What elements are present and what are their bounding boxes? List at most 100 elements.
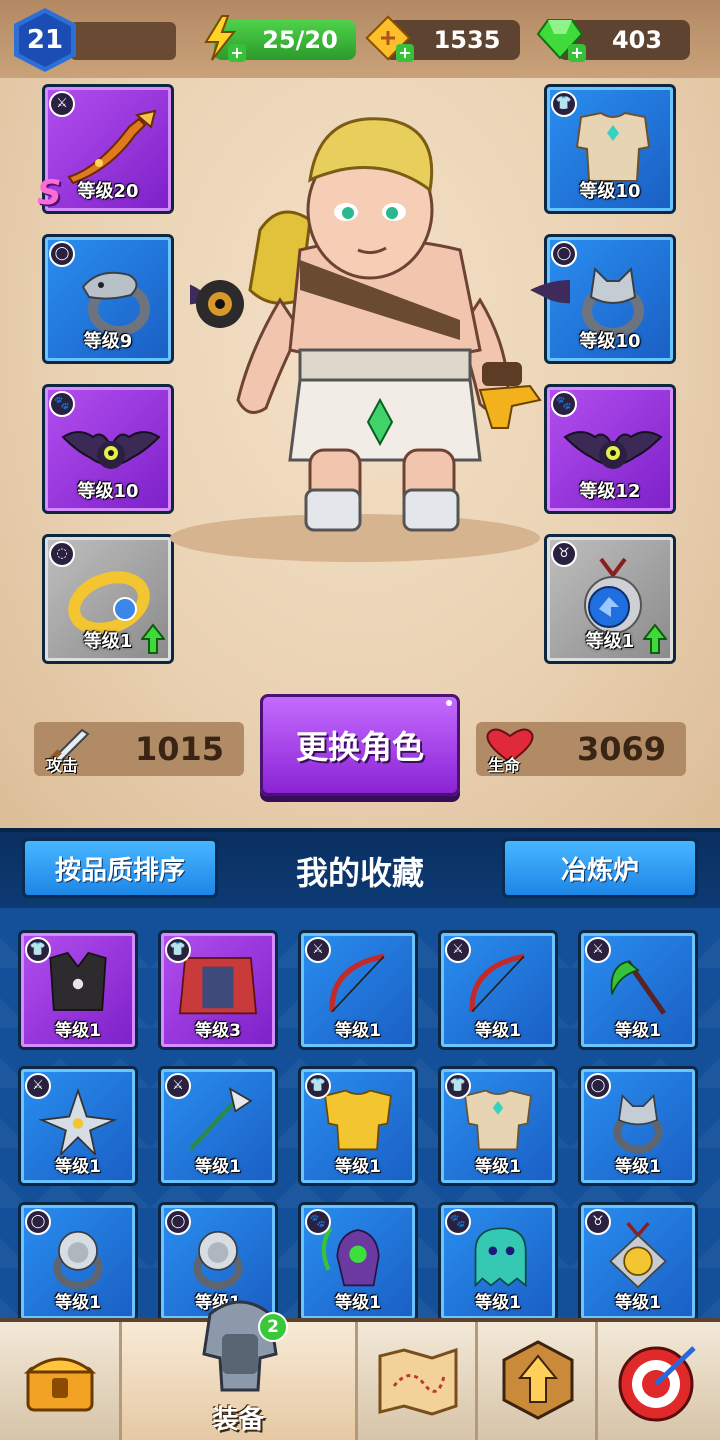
ticket-value: 1535 (433, 26, 501, 54)
collection-item[interactable]: ⚔ 等级1 (578, 930, 698, 1050)
slot-level: 等级1 (585, 631, 635, 652)
slot-level: 等级1 (335, 1021, 381, 1041)
nav-chest-tab[interactable] (0, 1322, 122, 1440)
slot-level: 等级1 (83, 631, 133, 652)
equipment-badge: 2 (258, 1312, 288, 1342)
weapon-type-icon: ⚔ (49, 91, 75, 117)
nav-equipment-tab[interactable]: 2 装备 (122, 1300, 358, 1440)
collection-grid[interactable]: 👕 等级1 👕 等级3 ⚔ 等级1 ⚔ 等级1 ⚔ 等级1 ⚔ 等级1 ⚔ 等级1 👕 等级1 👕 等级1 ◯ 等级1… (0, 908, 720, 1320)
heart-icon: 生命 (480, 724, 540, 776)
slot-level: 等级1 (475, 1157, 521, 1177)
upgrade-icon (502, 1340, 574, 1420)
snake-ring-icon (81, 271, 150, 336)
slot-level: 等级1 (475, 1021, 521, 1041)
armor-type-icon: 👕 (25, 937, 51, 963)
slot-level: 等级1 (55, 1293, 101, 1313)
slot-level: 等级1 (335, 1293, 381, 1313)
hp-stat: 生命 3069 (476, 722, 686, 776)
armor-type-icon: 👕 (165, 937, 191, 963)
paw-type-icon: 🐾 (49, 391, 75, 417)
add-gem-icon[interactable]: + (568, 44, 586, 62)
hp-label: 生命 (488, 756, 521, 775)
slot-level: 等级1 (335, 1157, 381, 1177)
nav-map-tab[interactable] (358, 1322, 478, 1440)
hero-character[interactable] (190, 100, 570, 540)
nav-upgrade-tab[interactable] (478, 1322, 598, 1440)
bracelet-slot[interactable]: ◌ 等级1 (42, 534, 174, 664)
collection-item[interactable]: ◯ 等级1 (578, 1066, 698, 1186)
collection-item[interactable]: 👕 等级1 (438, 1066, 558, 1186)
bat-pet-icon (61, 431, 161, 469)
collection-item[interactable]: 👕 等级1 (298, 1066, 418, 1186)
map-icon (378, 1347, 458, 1416)
change-hero-button[interactable]: 更换角色 (260, 694, 460, 796)
player-level: 21 (26, 25, 64, 55)
sword-icon: 攻击 (38, 724, 98, 776)
attack-label: 攻击 (46, 756, 79, 775)
lightning-icon: + (196, 12, 246, 64)
weapon-type-icon: ⚔ (165, 1073, 191, 1099)
collection-item[interactable]: ⚔ 等级1 (18, 1066, 138, 1186)
energy-value: 25/20 (262, 26, 338, 54)
nav-target-tab[interactable] (598, 1322, 720, 1440)
hero-panel: 21 25/20 + 1535 + 403 + ⚔ S 等级20 ◯ 等级9 🐾… (0, 0, 720, 828)
armor-nav-icon (202, 1300, 278, 1392)
slot-level: 等级1 (615, 1021, 661, 1041)
hp-value: 3069 (576, 730, 666, 768)
collection-item[interactable]: ⚔ 等级1 (438, 930, 558, 1050)
button-notice-dot (446, 700, 452, 706)
pet-type-icon: 🐾 (445, 1209, 471, 1235)
ring-type-icon: ◯ (165, 1209, 191, 1235)
armor-type-icon: 👕 (445, 1073, 471, 1099)
bat-pet-icon (563, 431, 663, 469)
add-ticket-icon[interactable]: + (396, 44, 414, 62)
weapon-type-icon: ⚔ (585, 937, 611, 963)
ring-slot[interactable]: ◯ 等级9 (42, 234, 174, 364)
plate-armor-icon (575, 111, 651, 182)
collection-item[interactable]: 🐾 等级1 (438, 1202, 558, 1320)
collection-item[interactable]: 👕 等级3 (158, 930, 278, 1050)
collection-header: 按品质排序 我的收藏 冶炼炉 (0, 828, 720, 908)
slot-level: 等级1 (55, 1021, 101, 1041)
collection-item[interactable]: ◯ 等级1 (18, 1202, 138, 1320)
amulet-type-icon: ♉ (585, 1209, 611, 1235)
slot-level: 等级1 (55, 1157, 101, 1177)
treasure-chest-icon (23, 1357, 97, 1412)
pet-slot[interactable]: 🐾 等级10 (42, 384, 174, 514)
collection-item[interactable]: 👕 等级1 (18, 930, 138, 1050)
collection-item[interactable]: 🐾 等级1 (298, 1202, 418, 1320)
gem-value: 403 (611, 26, 663, 54)
top-bar: 21 25/20 + 1535 + 403 + (0, 0, 720, 78)
slot-level: 等级1 (195, 1157, 241, 1177)
ring-type-icon: ◯ (25, 1209, 51, 1235)
weapon-type-icon: ⚔ (25, 1073, 51, 1099)
collection-item[interactable]: ⚔ 等级1 (158, 1066, 278, 1186)
attack-stat: 攻击 1015 (34, 722, 244, 776)
slot-level: 等级1 (615, 1293, 661, 1313)
slot-level: 等级1 (475, 1293, 521, 1313)
smelter-button[interactable]: 冶炼炉 (502, 838, 698, 898)
collection-title: 我的收藏 (295, 854, 424, 892)
weapon-type-icon: ⚔ (445, 937, 471, 963)
flame-sword-icon (67, 109, 157, 185)
ring-type-icon: ◯ (49, 241, 75, 267)
slot-level: 等级1 (615, 1157, 661, 1177)
player-level-badge[interactable]: 21 (14, 8, 76, 72)
add-energy-icon[interactable]: + (228, 44, 246, 62)
amulet-slot[interactable]: ♉ 等级1 (544, 534, 676, 664)
collection-item[interactable]: ♉ 等级1 (578, 1202, 698, 1320)
ring-type-icon: ◯ (585, 1073, 611, 1099)
weapon-slot[interactable]: ⚔ S 等级20 (37, 84, 174, 214)
weapon-type-icon: ⚔ (305, 937, 331, 963)
collection-item[interactable]: ⚔ 等级1 (298, 930, 418, 1050)
armor-type-icon: 👕 (305, 1073, 331, 1099)
slot-level: 等级3 (195, 1021, 241, 1041)
sort-by-quality-button[interactable]: 按品质排序 (22, 838, 218, 898)
attack-value: 1015 (134, 730, 224, 768)
slot-level: 等级10 (77, 481, 139, 502)
xp-bar (70, 22, 176, 60)
slot-level: 等级9 (83, 331, 133, 352)
slot-level: 等级20 (77, 181, 139, 202)
pet-type-icon: 🐾 (305, 1209, 331, 1235)
amulet-type-icon: ♉ (551, 541, 577, 567)
